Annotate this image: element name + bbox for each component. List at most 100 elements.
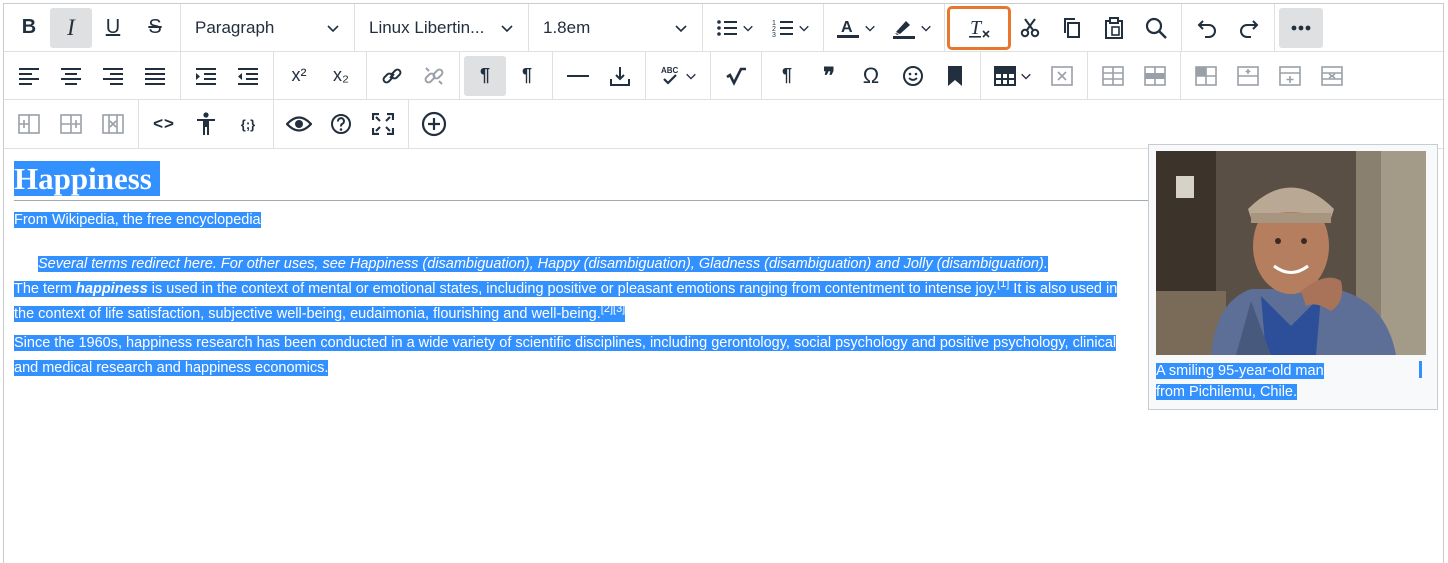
superscript-button[interactable]: x² bbox=[278, 56, 320, 96]
clear-formatting-icon: T bbox=[969, 17, 990, 39]
table-row-properties-button[interactable] bbox=[1134, 56, 1176, 96]
square-root-icon bbox=[726, 67, 746, 86]
table-insert-column-icon bbox=[18, 114, 40, 134]
code-icon: <> bbox=[153, 114, 175, 133]
table-delete-column-button[interactable] bbox=[92, 104, 134, 144]
chevron-down-icon bbox=[327, 24, 339, 32]
insert-button[interactable] bbox=[413, 104, 455, 144]
bookmark-button[interactable] bbox=[934, 56, 976, 96]
italic-button[interactable]: I bbox=[50, 7, 92, 48]
table-insert-row-after-button[interactable] bbox=[1269, 56, 1311, 96]
image-thumbnail[interactable]: A smiling 95-year-old man from Pichilemu… bbox=[1148, 144, 1438, 410]
rich-text-editor: B I U S Paragraph Linux Libertin... 1.8e… bbox=[3, 3, 1444, 563]
insert-group bbox=[553, 52, 646, 99]
math-equation-button[interactable] bbox=[715, 56, 757, 96]
copy-icon bbox=[1064, 17, 1080, 38]
horizontal-line-button[interactable] bbox=[557, 56, 599, 96]
table-properties-button[interactable] bbox=[1092, 56, 1134, 96]
accessibility-icon bbox=[197, 112, 215, 135]
edit-group: T bbox=[945, 4, 1182, 51]
find-replace-button[interactable] bbox=[1135, 8, 1177, 48]
preview-button[interactable] bbox=[278, 104, 320, 144]
photo-smiling-man[interactable] bbox=[1156, 151, 1426, 355]
highlighter-icon bbox=[893, 20, 915, 39]
table-cell-properties-button[interactable] bbox=[1185, 56, 1227, 96]
font-family-select[interactable]: Linux Libertin... bbox=[355, 4, 529, 51]
table-insert-row-icon bbox=[1237, 65, 1259, 86]
table-group-b bbox=[1088, 52, 1181, 99]
subscript-button[interactable]: x₂ bbox=[320, 56, 362, 96]
text-color-button[interactable]: A bbox=[828, 8, 884, 48]
table-insert-column-before-button[interactable] bbox=[8, 104, 50, 144]
remove-link-button[interactable] bbox=[413, 56, 455, 96]
paragraph-1: The term happiness is used in the contex… bbox=[14, 277, 1134, 327]
text-color-icon: A bbox=[837, 19, 859, 38]
accessibility-checker-button[interactable] bbox=[185, 104, 227, 144]
more-group bbox=[1275, 4, 1327, 51]
blockquote-button[interactable]: ❞ bbox=[808, 56, 850, 96]
table-button[interactable] bbox=[985, 56, 1041, 96]
toolbar-row-3: <> {;} bbox=[4, 100, 1443, 149]
chevron-down-icon bbox=[865, 25, 875, 32]
chevron-down-icon bbox=[675, 24, 687, 32]
redo-button[interactable] bbox=[1228, 8, 1270, 48]
strikethrough-icon: S bbox=[148, 16, 162, 38]
unlink-icon bbox=[424, 66, 444, 85]
right-to-left-button[interactable]: ¶ bbox=[506, 56, 548, 96]
strikethrough-button[interactable]: S bbox=[134, 8, 176, 48]
symbols-group: ¶ ❞ Ω bbox=[762, 52, 981, 99]
bookmark-icon bbox=[948, 65, 962, 86]
font-size-value: 1.8em bbox=[543, 17, 591, 37]
text-style-group: B I U S bbox=[4, 4, 181, 51]
justify-button[interactable] bbox=[134, 56, 176, 96]
view-group bbox=[274, 100, 409, 148]
outdent-button[interactable] bbox=[227, 56, 269, 96]
insert-link-button[interactable] bbox=[371, 56, 413, 96]
copy-button[interactable] bbox=[1051, 8, 1093, 48]
template-icon: {;} bbox=[240, 116, 256, 132]
page-break-button[interactable] bbox=[599, 56, 641, 96]
underline-button[interactable]: U bbox=[92, 8, 134, 48]
cut-button[interactable] bbox=[1009, 8, 1051, 48]
reference-2-3[interactable]: [2][3] bbox=[601, 303, 625, 315]
align-center-button[interactable] bbox=[50, 56, 92, 96]
source-code-button[interactable]: <> bbox=[143, 104, 185, 144]
indent-button[interactable] bbox=[185, 56, 227, 96]
table-insert-row-before-button[interactable] bbox=[1227, 56, 1269, 96]
search-icon bbox=[1145, 17, 1167, 39]
table-delete-row-button[interactable] bbox=[1311, 56, 1353, 96]
spellcheck-button[interactable]: ABC bbox=[650, 56, 706, 96]
align-left-button[interactable] bbox=[8, 56, 50, 96]
direction-group: ¶ ¶ bbox=[460, 52, 553, 99]
ellipsis-icon bbox=[1291, 25, 1311, 30]
table-delete-icon bbox=[1051, 65, 1073, 86]
highlight-color-button[interactable] bbox=[884, 8, 940, 48]
more-button[interactable] bbox=[1279, 7, 1323, 48]
numbered-list-icon: 123 bbox=[772, 20, 793, 38]
special-character-button[interactable]: Ω bbox=[850, 56, 892, 96]
bullet-list-button[interactable] bbox=[707, 8, 763, 48]
clear-formatting-button[interactable]: T bbox=[947, 5, 1011, 50]
delete-table-button[interactable] bbox=[1041, 56, 1083, 96]
help-button[interactable] bbox=[320, 104, 362, 144]
p2-text: Since the 1960s, happiness research has … bbox=[14, 335, 1117, 376]
emoticons-button[interactable] bbox=[892, 56, 934, 96]
align-right-button[interactable] bbox=[92, 56, 134, 96]
underline-icon: U bbox=[105, 16, 121, 38]
left-to-right-button[interactable]: ¶ bbox=[464, 55, 506, 96]
script-group: x² x₂ bbox=[274, 52, 367, 99]
fullscreen-button[interactable] bbox=[362, 104, 404, 144]
bold-button[interactable]: B bbox=[8, 8, 50, 48]
indent-icon bbox=[196, 67, 216, 85]
paste-button[interactable] bbox=[1093, 8, 1135, 48]
table-insert-column-after-button[interactable] bbox=[50, 104, 92, 144]
table-column-group bbox=[4, 100, 139, 148]
align-left-icon bbox=[19, 67, 39, 85]
undo-button[interactable] bbox=[1186, 8, 1228, 48]
show-blocks-button[interactable]: ¶ bbox=[766, 56, 808, 96]
block-format-select[interactable]: Paragraph bbox=[181, 4, 355, 51]
reference-1[interactable]: [1] bbox=[997, 278, 1009, 290]
numbered-list-button[interactable]: 123 bbox=[763, 8, 819, 48]
template-button[interactable]: {;} bbox=[227, 104, 269, 144]
font-size-select[interactable]: 1.8em bbox=[529, 4, 703, 51]
